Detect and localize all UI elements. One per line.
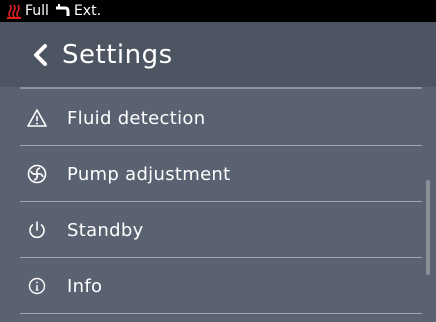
menu-item-fluid-detection[interactable]: Fluid detection [0, 90, 436, 146]
menu-item-label: Fluid detection [67, 107, 206, 129]
tap-icon [55, 3, 71, 19]
info-icon [26, 275, 48, 297]
source-text: Ext. [73, 3, 102, 19]
fill-level-text: Full [25, 3, 49, 19]
divider [20, 313, 422, 314]
back-button[interactable] [18, 25, 64, 85]
header: Settings [0, 22, 436, 87]
heating-icon [6, 3, 22, 19]
power-icon [26, 219, 48, 241]
menu-item-pump-adjustment[interactable]: Pump adjustment [0, 146, 436, 202]
pump-icon [26, 163, 48, 185]
header-divider [20, 87, 422, 89]
page-title: Settings [62, 39, 173, 70]
settings-menu: Fluid detection Pump adjustment Standby … [0, 90, 436, 314]
warning-triangle-icon [26, 107, 48, 129]
chevron-left-icon [34, 43, 47, 66]
menu-item-label: Pump adjustment [67, 163, 231, 185]
menu-item-label: Standby [67, 219, 144, 241]
settings-screen: Full Ext. Settings Fluid detection Pump … [0, 0, 436, 322]
menu-item-info[interactable]: Info [0, 258, 436, 314]
menu-item-label: Info [67, 275, 103, 297]
status-bar: Full Ext. [0, 0, 436, 22]
menu-item-standby[interactable]: Standby [0, 202, 436, 258]
scrollbar[interactable] [426, 180, 430, 275]
